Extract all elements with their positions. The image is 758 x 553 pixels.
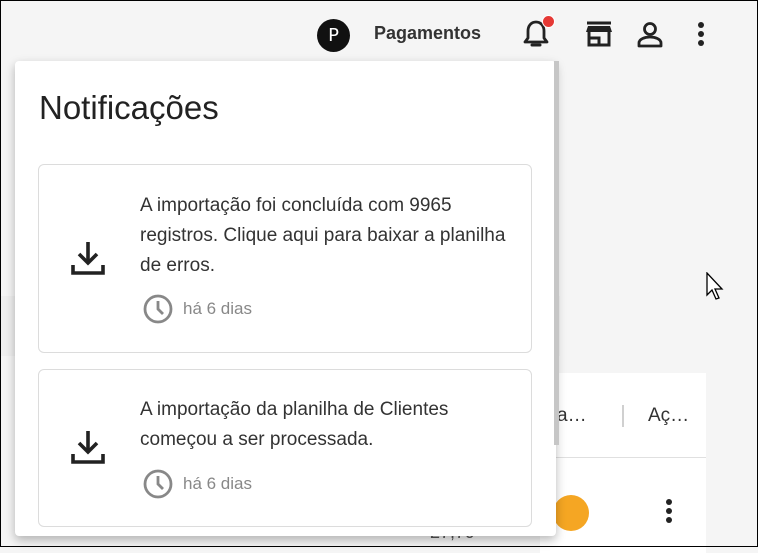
time-label: há 6 dias: [183, 299, 252, 318]
download-icon[interactable]: [69, 428, 107, 471]
clock-icon: [143, 469, 173, 499]
panel-scrollbar[interactable]: [554, 61, 559, 445]
notification-message: A importação da planilha de Clientes com…: [140, 399, 449, 450]
time-label: há 6 dias: [183, 474, 252, 493]
notification-item[interactable]: A importação foi concluída com 9965 regi…: [38, 164, 532, 353]
status-indicator: [553, 495, 589, 531]
more-vert-icon[interactable]: [685, 18, 717, 50]
store-icon[interactable]: [583, 18, 615, 50]
table-column-header-actions[interactable]: Aç…: [648, 405, 689, 427]
notifications-panel: Notificações A importação foi concluída …: [15, 61, 556, 536]
panel-title: Notificações: [39, 89, 219, 126]
table-column-header[interactable]: a…: [557, 405, 587, 427]
avatar[interactable]: P: [317, 19, 350, 52]
notification-message: A importação foi concluída com 9965 regi…: [140, 195, 506, 276]
row-more-icon[interactable]: [657, 497, 681, 530]
column-separator[interactable]: [622, 405, 624, 427]
notification-item[interactable]: A importação da planilha de Clientes com…: [38, 369, 532, 527]
divider: [540, 457, 706, 458]
account-icon[interactable]: [634, 18, 666, 50]
clock-icon: [143, 294, 173, 324]
download-icon[interactable]: [69, 239, 107, 282]
notification-badge: [542, 15, 555, 28]
app-title[interactable]: Pagamentos: [374, 23, 481, 44]
notification-time: há 6 dias: [142, 468, 252, 500]
notification-time: há 6 dias: [142, 293, 252, 325]
mouse-cursor-icon: [706, 271, 726, 307]
